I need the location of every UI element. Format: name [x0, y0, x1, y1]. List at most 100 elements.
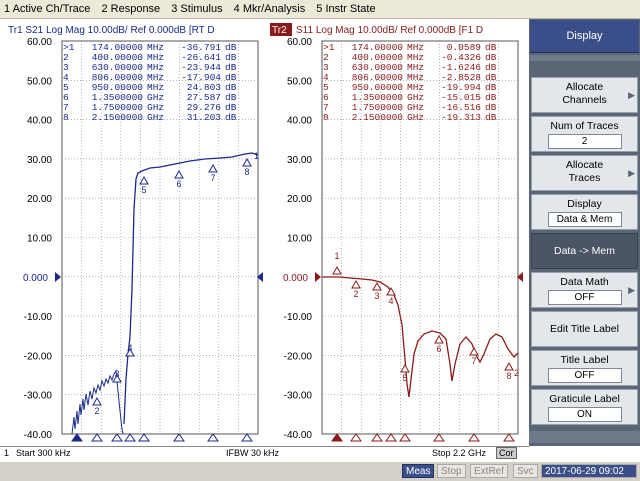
marker-triangle-icon [469, 346, 479, 356]
y-tick-label: 60.00 [287, 37, 312, 48]
y-tick-label: 20.00 [287, 194, 312, 205]
title-label-button[interactable]: Title Label OFF [531, 350, 638, 386]
data-math-value: OFF [547, 290, 622, 305]
y-axis-right: 60.00 50.00 40.00 30.00 20.00 10.00 0.000 -10.0… [283, 37, 312, 441]
marker-triangle-icon [372, 281, 382, 291]
num-of-traces-label: Num of Traces [550, 120, 619, 132]
start-frequency[interactable]: Start 300 kHz [16, 448, 71, 458]
y-tick-label: 50.00 [27, 76, 52, 87]
x-marker-icon [503, 433, 515, 442]
menu-active-ch-trace[interactable]: 1 Active Ch/Trace [0, 0, 94, 18]
marker-table-trace1: >1 174.00000 MHz -36.791 dB2 400.00000 MHz -26.… [63, 42, 237, 123]
y-tick-label: 0.000 [23, 273, 48, 284]
graticule-label-button[interactable]: Graticule Label ON [531, 389, 638, 425]
softkey-title[interactable]: Display [530, 20, 639, 53]
y-tick-label: 30.00 [287, 155, 312, 166]
stop-frequency[interactable]: Stop 2.2 GHz [432, 448, 486, 458]
y-axis-left: 60.00 50.00 40.00 30.00 20.00 10.00 0.000 -10.0… [23, 37, 52, 441]
marker-label: 2 [94, 406, 99, 416]
trace2-tag[interactable]: Tr2 [272, 25, 287, 36]
allocate-channels-button[interactable]: Allocate Channels ▶ [531, 77, 638, 113]
menu-response[interactable]: 2 Response [97, 0, 164, 18]
marker-label: 4 [388, 296, 393, 306]
if-bandwidth[interactable]: IFBW 30 kHz [226, 448, 279, 458]
marker-unit: GHz [147, 112, 164, 123]
menubar: 1 Active Ch/Trace 2 Response 3 Stimulus … [0, 0, 640, 19]
y-tick-label: -40.00 [284, 430, 313, 441]
chevron-right-icon: ▶ [628, 90, 635, 100]
x-marker-icon [350, 433, 362, 442]
marker-label: 5 [141, 185, 146, 195]
display-mode-label: Display [567, 198, 602, 210]
menu-mkr-analysis[interactable]: 4 Mkr/Analysis [230, 0, 310, 18]
plot-area[interactable]: Tr1 S21 Log Mag 10.00dB/ Ref 0.000dB [RT… [0, 19, 529, 446]
x-marker-icon [385, 433, 397, 442]
edit-title-label-button[interactable]: Edit Title Label [531, 311, 638, 347]
trace2-header[interactable]: S11 Log Mag 10.00dB/ Ref 0.000dB [F1 D [296, 25, 483, 36]
y-tick-label: 40.00 [27, 116, 52, 127]
marker-label: 4 [127, 343, 132, 353]
y-tick-label: 50.00 [287, 76, 312, 87]
x-marker-icon [207, 433, 219, 442]
marker-label: 8 [506, 371, 511, 381]
trace1-markers: 2 3 4 5 6 7 81 [92, 151, 259, 416]
title-label-value: OFF [547, 368, 622, 383]
marker-id: 8 [63, 112, 69, 123]
x-marker-icon [331, 433, 343, 442]
data-math-button[interactable]: Data Math OFF ▶ [531, 272, 638, 308]
marker-value: 31.203 [187, 112, 222, 123]
datetime: 2017-06-29 09:02 [541, 464, 637, 478]
marker-label: 2 [353, 289, 358, 299]
svc-indicator: Svc [513, 464, 538, 478]
x-marker-icon [468, 433, 480, 442]
allocate-traces-button[interactable]: Allocate Traces ▶ [531, 155, 638, 191]
x-marker-icon [241, 433, 253, 442]
marker-triangle-icon [139, 175, 149, 185]
softkey-scroll-down[interactable] [529, 431, 640, 443]
marker-db-unit: dB [485, 112, 497, 123]
x-marker-icon [433, 433, 445, 442]
data-to-mem-button[interactable]: Data -> Mem [531, 233, 638, 269]
trace2-s11 [322, 276, 519, 398]
marker-label: 2 [514, 368, 519, 378]
ref-marker-left-icon[interactable] [55, 272, 61, 282]
y-tick-label: -30.00 [24, 391, 53, 402]
num-of-traces-button[interactable]: Num of Traces 2 [531, 116, 638, 152]
trace1-header[interactable]: Tr1 S21 Log Mag 10.00dB/ Ref 0.000dB [RT… [8, 25, 215, 36]
y-tick-label: 10.00 [27, 234, 52, 245]
x-marker-icon [71, 433, 83, 442]
meas-indicator: Meas [402, 464, 435, 478]
marker-triangle-icon [351, 279, 361, 289]
ref-marker-right-icon[interactable] [315, 272, 321, 282]
marker-label: 8 [244, 167, 249, 177]
marker-unit: GHz [407, 112, 424, 123]
menu-stimulus[interactable]: 3 Stimulus [167, 0, 226, 18]
display-mode-button[interactable]: Display Data & Mem [531, 194, 638, 230]
marker-label: 6 [436, 344, 441, 354]
marker-label: 3 [374, 291, 379, 301]
softkey-scroll-up[interactable] [529, 55, 640, 61]
chevron-right-icon: ▶ [628, 285, 635, 295]
data-to-mem-label: Data -> Mem [554, 245, 615, 257]
x-marker-icon [124, 433, 136, 442]
channel-status-bar: 1 Start 300 kHz IFBW 30 kHz Stop 2.2 GHz… [0, 446, 529, 462]
menu-instr-state[interactable]: 5 Instr State [312, 0, 379, 18]
marker-table-trace2: >1 174.00000 MHz 0.0589 dB2 400.00000 MHz -0.43… [323, 42, 497, 123]
marker-label: 3 [114, 369, 119, 379]
y-tick-label: 0.000 [283, 273, 308, 284]
title-label-label: Title Label [560, 354, 609, 366]
y-tick-label: -20.00 [24, 351, 53, 362]
marker-label: 7 [210, 173, 215, 183]
y-tick-label: 60.00 [27, 37, 52, 48]
num-of-traces-value: 2 [547, 134, 622, 149]
x-marker-icon [399, 433, 411, 442]
edit-title-label-label: Edit Title Label [550, 323, 619, 335]
allocate-channels-label: Allocate Channels [562, 81, 607, 106]
y-tick-label: -40.00 [24, 430, 53, 441]
y-tick-label: -20.00 [284, 351, 313, 362]
y-tick-label: 30.00 [27, 155, 52, 166]
trace2-x-marker-strip [331, 433, 515, 442]
channel-number[interactable]: 1 [4, 448, 9, 458]
y-tick-label: 20.00 [27, 194, 52, 205]
marker-label: 5 [402, 373, 407, 383]
